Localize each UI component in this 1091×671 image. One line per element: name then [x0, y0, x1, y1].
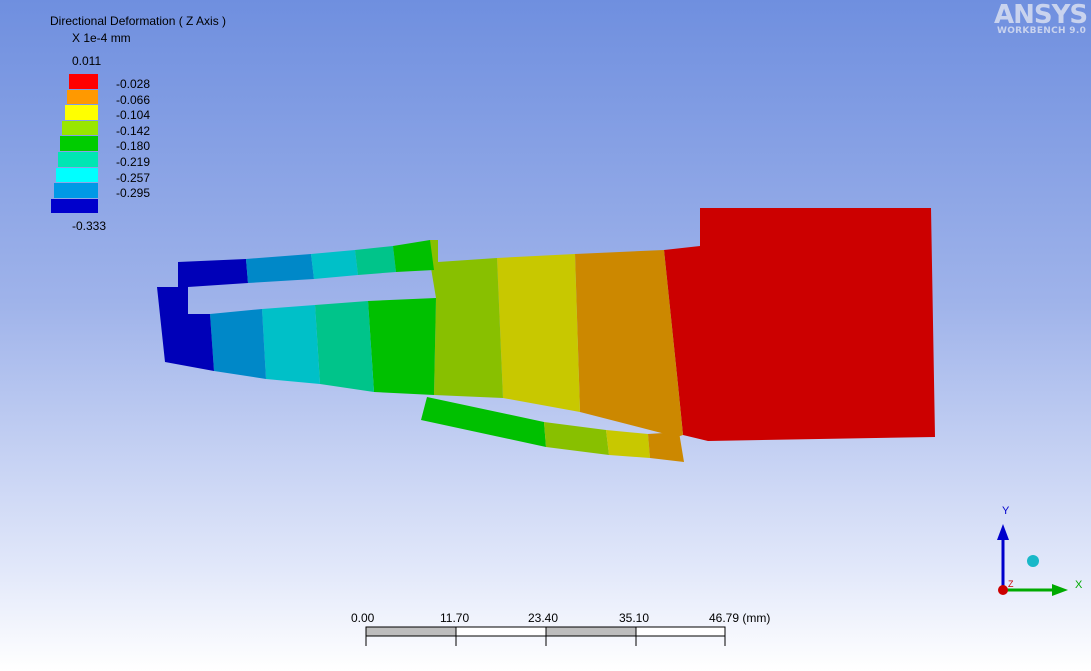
coordinate-triad[interactable]: [0, 0, 1091, 671]
triad-z-label: Z: [1008, 579, 1014, 589]
graphics-viewport[interactable]: Directional Deformation ( Z Axis ) X 1e-…: [0, 0, 1091, 671]
triad-x-label: X: [1075, 579, 1083, 591]
triad-y-label: Y: [1002, 505, 1010, 517]
